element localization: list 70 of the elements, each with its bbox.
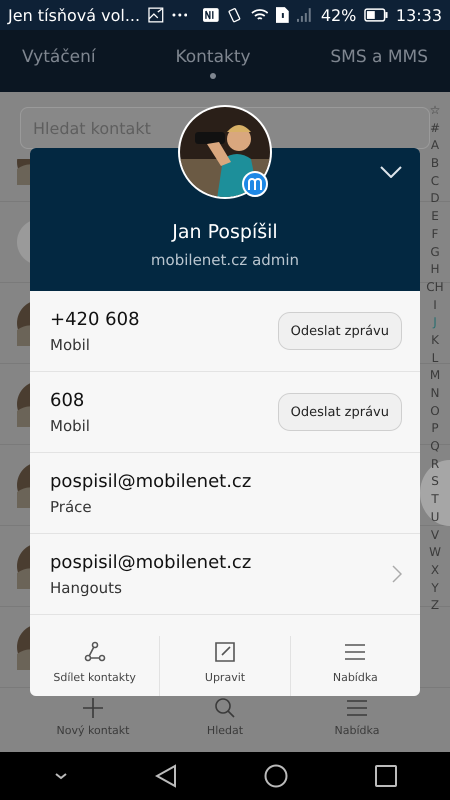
detail-type: Práce [50, 498, 93, 516]
index-letter[interactable]: Q [430, 438, 440, 456]
index-letter[interactable]: O [430, 402, 440, 420]
tab[interactable]: SMS a MMS [330, 41, 428, 81]
index-letter[interactable]: Z [430, 597, 440, 615]
card-action-button[interactable]: Nabídka [290, 636, 420, 696]
index-letter[interactable]: M [430, 367, 440, 385]
share-icon [82, 640, 107, 664]
signal-icon [297, 8, 313, 22]
battery-percent: 42% [320, 6, 356, 24]
index-letter[interactable]: # [430, 120, 440, 138]
index-letter[interactable]: U [430, 508, 440, 526]
card-action-button[interactable]: Upravit [159, 636, 290, 696]
detail-row[interactable]: pospisil@mobilenet.cz Práce [30, 453, 420, 534]
index-letter[interactable]: W [429, 544, 441, 562]
index-letter[interactable]: K [431, 332, 439, 350]
detail-row[interactable]: pospisil@mobilenet.cz Hangouts [30, 534, 420, 615]
index-letter[interactable]: X [430, 562, 440, 580]
contact-subtitle: mobilenet.cz admin [150, 251, 300, 269]
index-letter[interactable]: I [433, 296, 437, 314]
index-letter[interactable]: S [431, 473, 439, 492]
image-icon [148, 7, 164, 23]
recents-icon[interactable] [374, 765, 396, 787]
index-letter[interactable]: CH [426, 278, 444, 297]
more-icon [172, 13, 188, 17]
wifi-icon [250, 8, 268, 22]
index-letter[interactable]: C [430, 172, 440, 190]
index-letter[interactable]: N [430, 385, 440, 403]
index-letter[interactable]: E [431, 208, 439, 226]
index-letter[interactable]: T [431, 491, 439, 509]
tab[interactable]: Kontakty [175, 41, 251, 81]
detail-row[interactable]: 608 Mobil Odeslat zprávu [30, 372, 420, 453]
index-letter[interactable]: P [431, 420, 439, 438]
plus-icon [81, 696, 105, 720]
send-message-button[interactable]: Odeslat zprávu [278, 312, 402, 350]
detail-value: pospisil@mobilenet.cz [50, 552, 252, 572]
index-letter[interactable]: F [432, 226, 438, 244]
detail-type: Hangouts [50, 578, 123, 596]
vibrate-icon [227, 7, 243, 23]
chevron-right-icon [392, 565, 402, 583]
sim-icon [276, 7, 290, 23]
detail-type: Mobil [50, 416, 91, 434]
index-letter[interactable]: A [430, 137, 440, 156]
index-letter[interactable]: ☆ [430, 102, 440, 120]
detail-row[interactable]: +420 608 Mobil Odeslat zprávu [30, 291, 420, 372]
send-message-button[interactable]: Odeslat zprávu [278, 393, 402, 431]
index-letter[interactable]: H [430, 261, 440, 279]
status-text: Jen tísňová vol... [8, 6, 140, 24]
index-letter[interactable]: R [430, 456, 440, 474]
chevron-down-icon[interactable] [54, 771, 68, 781]
search-icon [213, 696, 237, 720]
index-letter[interactable]: G [430, 244, 440, 262]
detail-type: Mobil [50, 336, 91, 354]
detail-value: +420 608 [50, 308, 141, 330]
detail-value: 608 [50, 390, 86, 410]
index-letter[interactable]: V [430, 526, 440, 544]
home-icon[interactable] [264, 764, 288, 788]
back-icon[interactable] [154, 764, 176, 788]
tab[interactable]: Vytáčení [22, 41, 96, 81]
clock: 13:33 [396, 6, 442, 24]
edit-icon [212, 640, 237, 664]
detail-value: pospisil@mobilenet.cz [50, 470, 252, 492]
index-letter[interactable]: L [432, 350, 438, 368]
battery-icon [364, 8, 388, 22]
index-letter[interactable]: B [430, 155, 440, 173]
index-letter[interactable]: J [433, 314, 437, 332]
index-letter[interactable]: Y [431, 580, 439, 598]
index-letter[interactable]: D [430, 190, 440, 208]
chevron-down-icon[interactable] [380, 166, 402, 178]
contact-name: Jan Pospíšil [172, 221, 278, 243]
